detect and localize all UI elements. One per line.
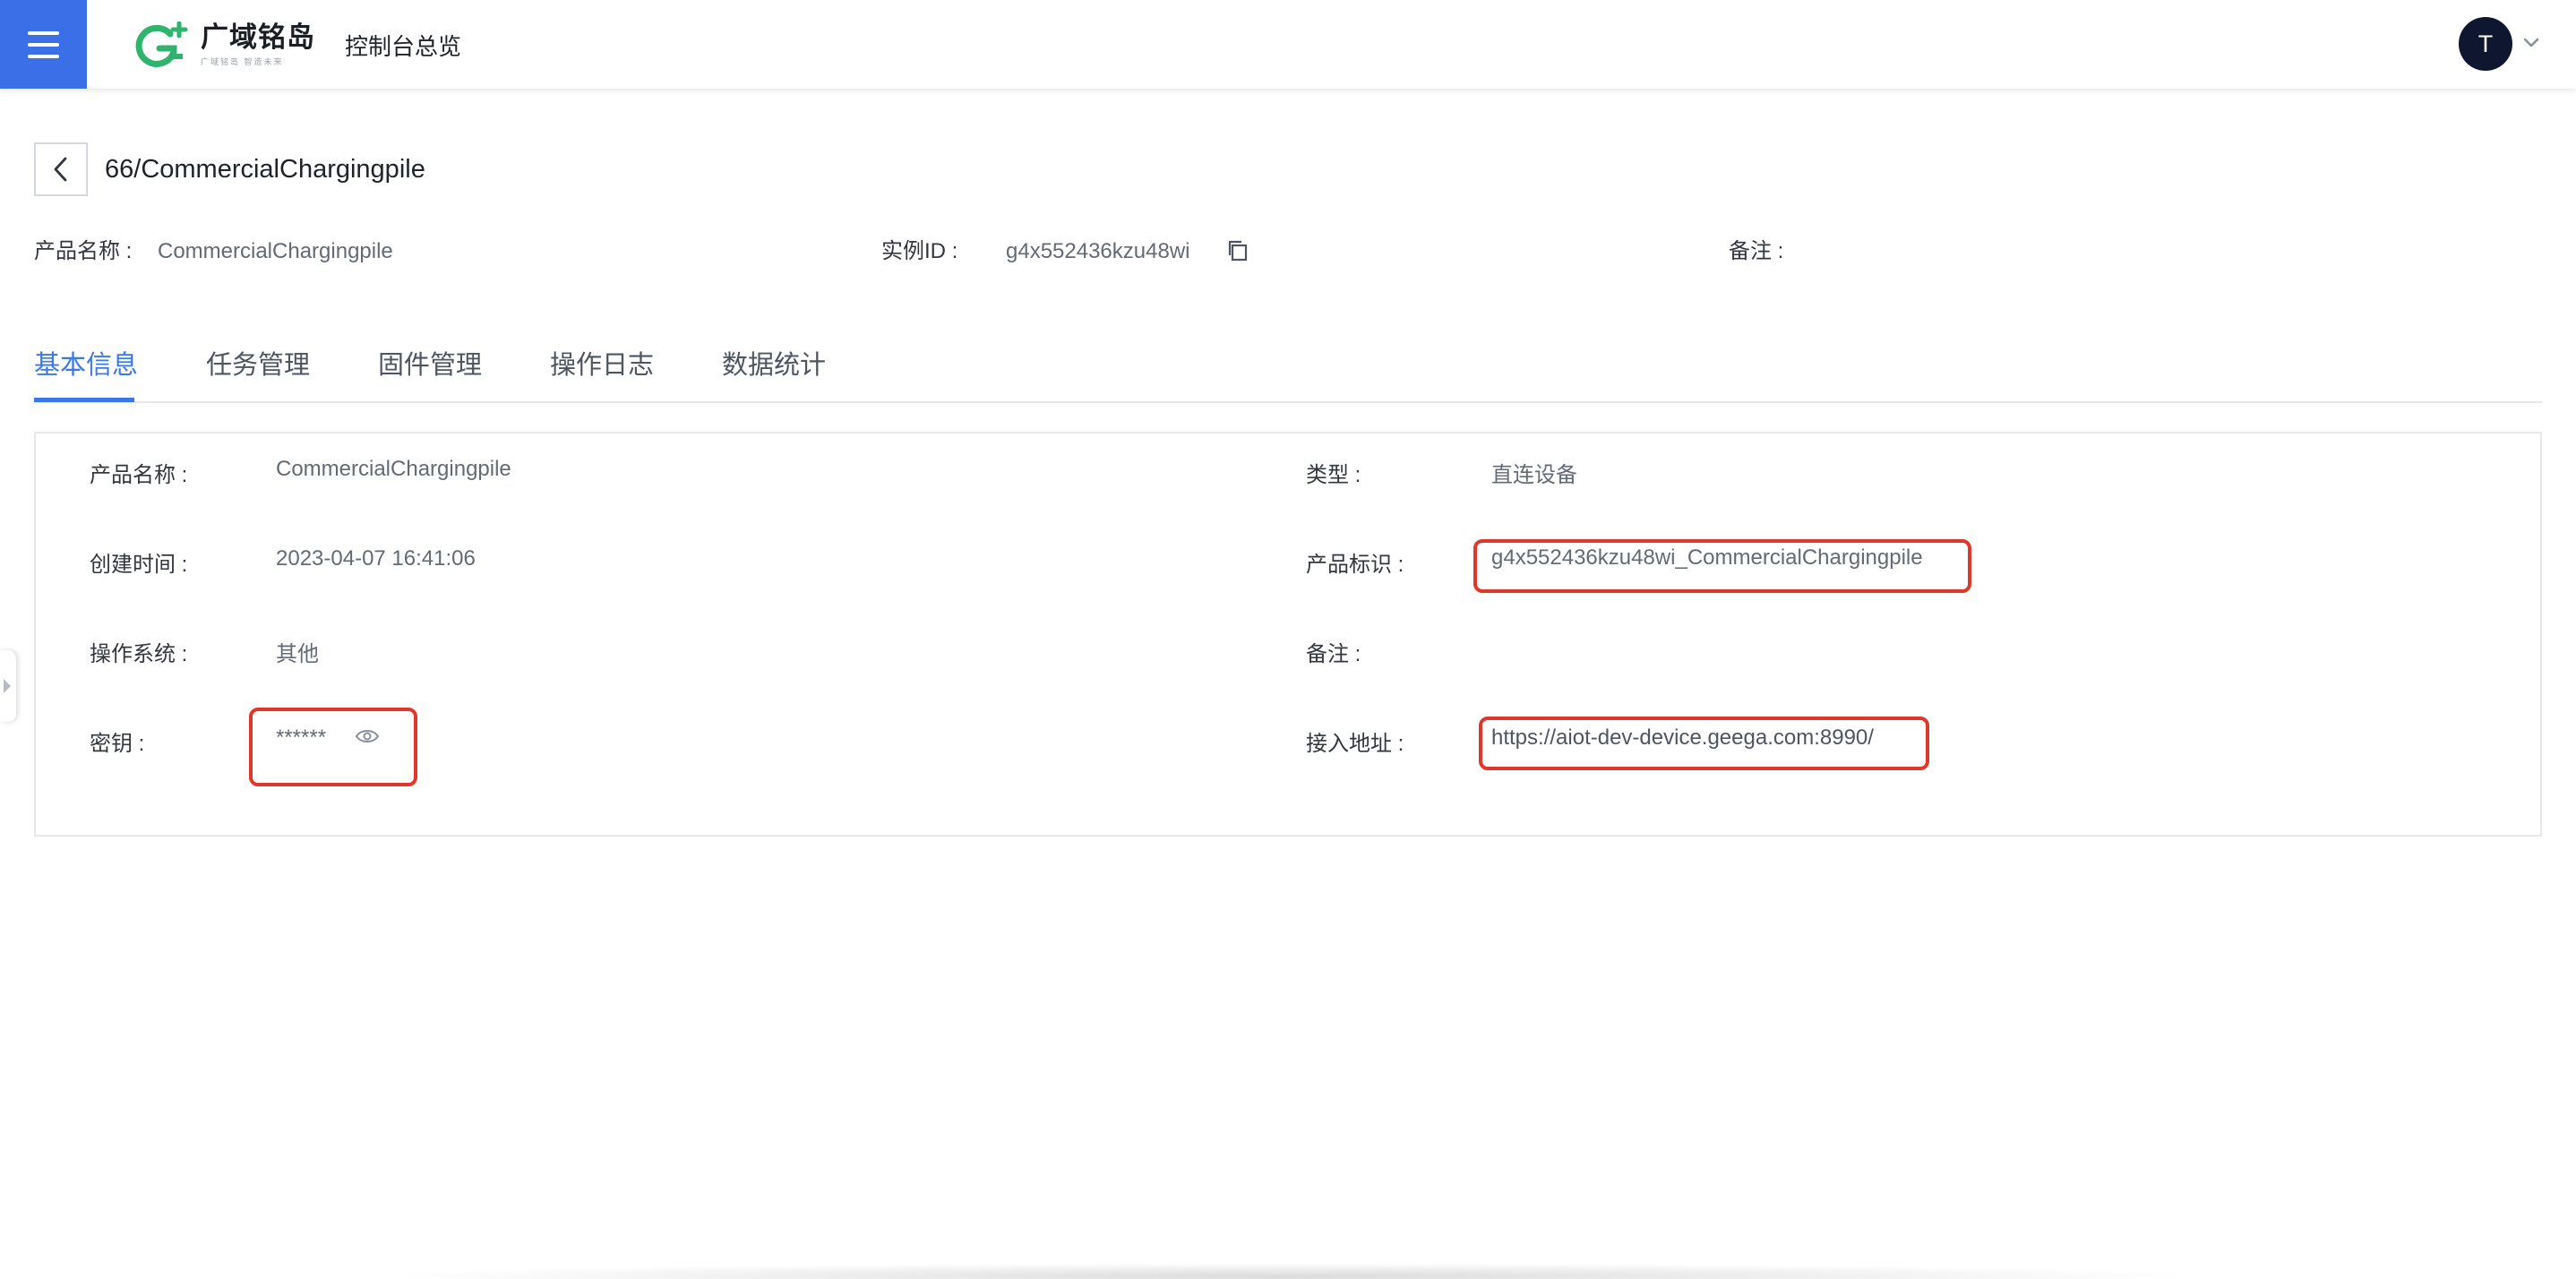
secret-value: ****** — [276, 725, 327, 750]
product-key-label: 产品标识 : — [1306, 553, 1404, 577]
type-label: 类型 : — [1306, 463, 1361, 487]
chevron-down-icon[interactable] — [2520, 30, 2543, 54]
sidebar-expand-handle[interactable] — [0, 650, 16, 722]
caret-right-icon — [4, 679, 11, 693]
created-time-label: 创建时间 : — [90, 553, 188, 577]
tab-bar: 基本信息 任务管理 固件管理 操作日志 数据统计 — [34, 344, 2542, 403]
product-name-label: 产品名称 : — [90, 463, 188, 487]
copy-icon[interactable] — [1225, 238, 1250, 263]
chevron-left-icon — [54, 157, 67, 182]
summary-instance-id-label: 实例ID : — [881, 239, 958, 263]
summary-instance-id-value: g4x552436kzu48wi — [1006, 239, 1190, 263]
endpoint-label: 接入地址 : — [1306, 732, 1404, 756]
tab-basic-info[interactable]: 基本信息 — [34, 344, 138, 403]
menu-toggle-button[interactable] — [0, 0, 87, 89]
summary-remark: 备注 : — [1729, 238, 1783, 265]
summary-product-name-label: 产品名称 : — [34, 239, 133, 263]
product-key-value: g4x552436kzu48wi_CommercialChargingpile — [1491, 545, 1923, 570]
eye-icon[interactable] — [355, 726, 380, 746]
top-header: 广域铭岛 广域铭岛 智造未来 控制台总览 T — [0, 0, 2576, 89]
os-value: 其他 — [276, 642, 319, 666]
basic-info-card: 产品名称 : CommercialChargingpile 创建时间 : 202… — [34, 432, 2542, 837]
summary-product-name-value: CommercialChargingpile — [158, 239, 393, 263]
hamburger-icon — [28, 30, 59, 35]
active-tab-indicator — [34, 398, 134, 402]
remark-label: 备注 : — [1306, 642, 1361, 666]
back-button[interactable] — [34, 142, 88, 196]
type-value: 直连设备 — [1491, 463, 1577, 487]
bottom-shadow — [376, 1263, 2203, 1279]
tab-operation-log[interactable]: 操作日志 — [550, 344, 654, 403]
secret-label: 密钥 : — [90, 732, 145, 756]
brand-logo[interactable]: 广域铭岛 广域铭岛 智造未来 — [134, 21, 315, 69]
summary-remark-label: 备注 : — [1729, 239, 1784, 263]
tab-task-management[interactable]: 任务管理 — [206, 344, 310, 403]
tab-data-statistics[interactable]: 数据统计 — [722, 344, 826, 403]
summary-instance-id: 实例ID : g4x552436kzu48wi — [881, 238, 1190, 265]
brand-name: 广域铭岛 — [201, 21, 315, 53]
logo-mark-icon — [134, 21, 190, 69]
summary-product-name: 产品名称 : CommercialChargingpile — [34, 238, 393, 265]
product-name-value: CommercialChargingpile — [276, 457, 511, 481]
endpoint-value[interactable]: https://aiot-dev-device.geega.com:8990/ — [1491, 725, 1874, 751]
tab-firmware-management[interactable]: 固件管理 — [378, 344, 482, 403]
user-avatar[interactable]: T — [2459, 17, 2512, 71]
page-title: 66/CommercialChargingpile — [105, 155, 425, 184]
created-time-value: 2023-04-07 16:41:06 — [276, 546, 476, 571]
console-overview-link[interactable]: 控制台总览 — [345, 29, 461, 62]
secret-highlight-box — [249, 708, 417, 786]
brand-tagline: 广域铭岛 智造未来 — [201, 57, 284, 66]
os-label: 操作系统 : — [90, 642, 188, 666]
